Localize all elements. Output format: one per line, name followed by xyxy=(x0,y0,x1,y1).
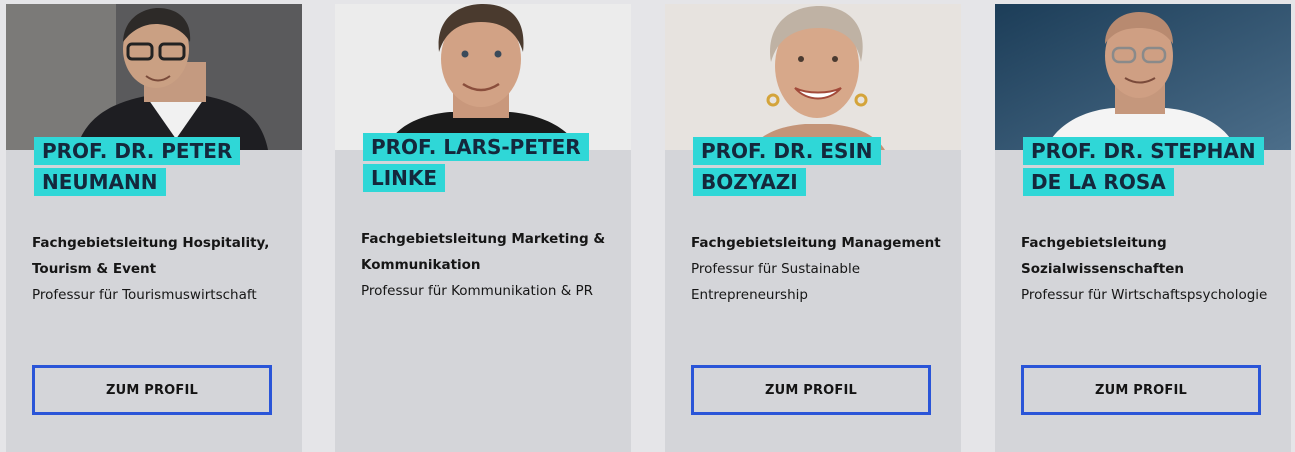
profile-photo xyxy=(995,4,1291,150)
profile-photo xyxy=(665,4,961,150)
professor-cards-row: PROF. DR. PETER NEUMANN Fachgebietsleitun… xyxy=(0,0,1295,452)
profile-button[interactable]: ZUM PROFIL xyxy=(1021,365,1261,415)
profile-info: Fachgebietsleitung Management Professur … xyxy=(691,230,953,308)
profile-info: Fachgebietsleitung Hospitality, Tourism … xyxy=(32,230,294,308)
profile-card-de-la-rosa: PROF. DR. STEPHAN DE LA ROSA Fachgebietsl… xyxy=(995,4,1291,452)
profile-photo xyxy=(6,4,302,150)
profile-name: PROF. DR. PETER NEUMANN xyxy=(34,136,294,198)
profile-role: Fachgebietsleitung Hospitality, Tourism … xyxy=(32,235,270,277)
profile-info: Fachgebietsleitung Sozialwissenschaften … xyxy=(1021,230,1283,308)
profile-role: Fachgebietsleitung Management xyxy=(691,235,941,251)
profile-role: Fachgebietsleitung Sozialwissenschaften xyxy=(1021,235,1185,277)
profile-title: Professur für Kommunikation & PR xyxy=(361,283,594,299)
profile-title: Professur für Tourismuswirtschaft xyxy=(32,287,257,303)
profile-photo xyxy=(335,4,631,150)
profile-info: Fachgebietsleitung Marketing & Kommunika… xyxy=(361,226,623,304)
profile-role: Fachgebietsleitung Marketing & Kommunika… xyxy=(361,231,606,273)
profile-name: PROF. DR. STEPHAN DE LA ROSA xyxy=(1023,136,1283,198)
profile-button[interactable]: ZUM PROFIL xyxy=(32,365,272,415)
profile-card-neumann: PROF. DR. PETER NEUMANN Fachgebietsleitun… xyxy=(6,4,302,452)
profile-title: Professur für Wirtschaftspsychologie xyxy=(1021,287,1268,303)
profile-name: PROF. LARS-PETER LINKE xyxy=(363,132,623,194)
profile-name: PROF. DR. ESIN BOZYAZI xyxy=(693,136,953,198)
profile-card-linke: PROF. LARS-PETER LINKE Fachgebietsleitung… xyxy=(335,4,631,452)
profile-button[interactable]: ZUM PROFIL xyxy=(691,365,931,415)
profile-card-bozyazi: PROF. DR. ESIN BOZYAZI Fachgebietsleitung… xyxy=(665,4,961,452)
profile-title: Professur für Sustainable Entrepreneursh… xyxy=(691,261,861,303)
